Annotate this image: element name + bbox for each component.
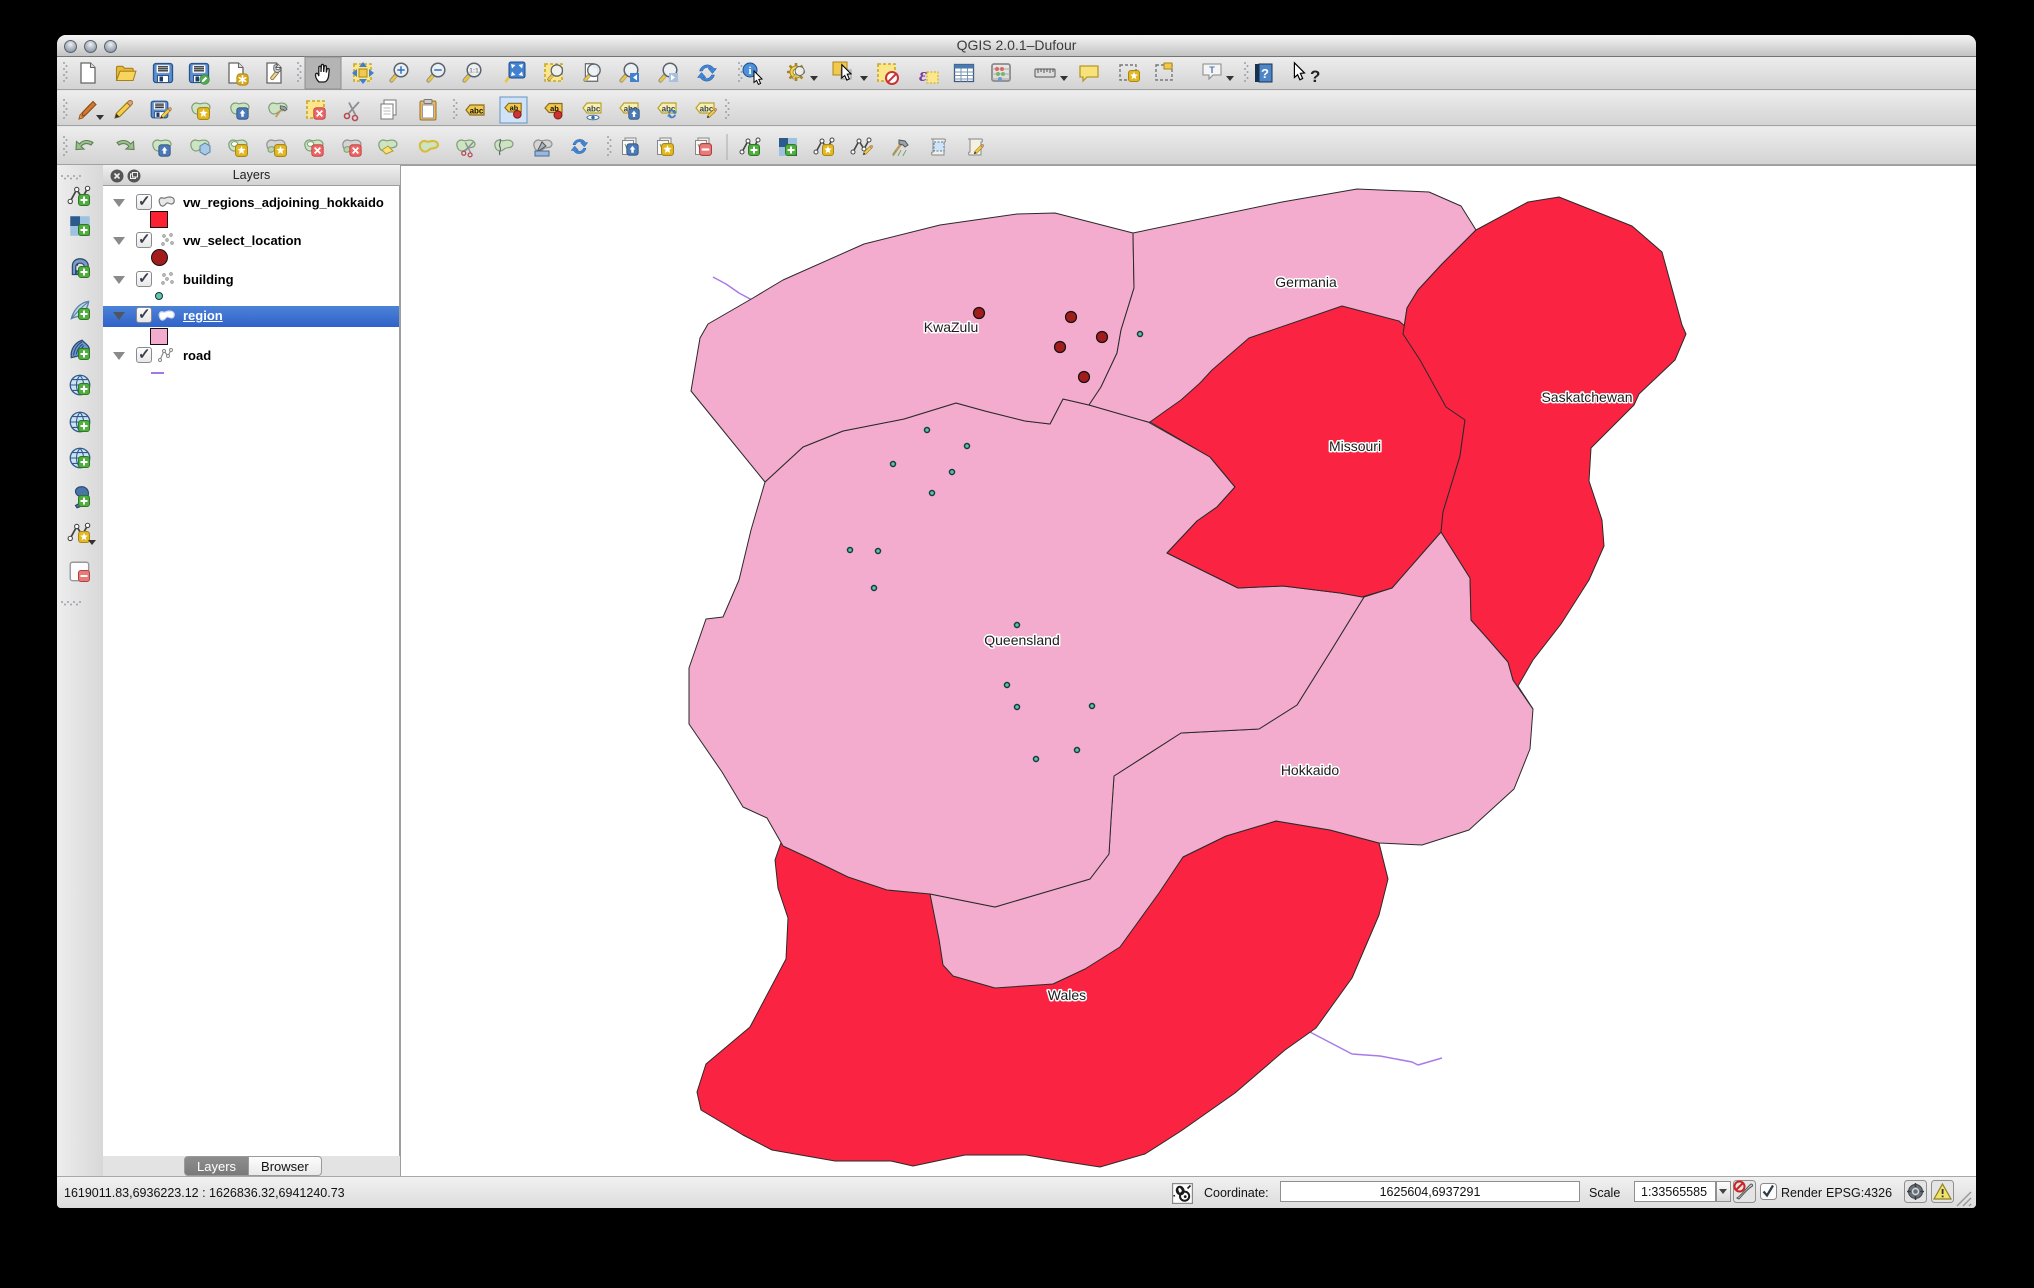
svg-text:Germania: Germania <box>1275 274 1337 290</box>
svg-text:Queensland: Queensland <box>984 632 1060 648</box>
svg-text:KwaZulu: KwaZulu <box>924 319 978 335</box>
svg-text:Missouri: Missouri <box>1329 438 1381 454</box>
svg-text:Hokkaido: Hokkaido <box>1281 762 1340 778</box>
svg-text:Saskatchewan: Saskatchewan <box>1541 389 1632 405</box>
svg-text:Wales: Wales <box>1048 987 1086 1003</box>
